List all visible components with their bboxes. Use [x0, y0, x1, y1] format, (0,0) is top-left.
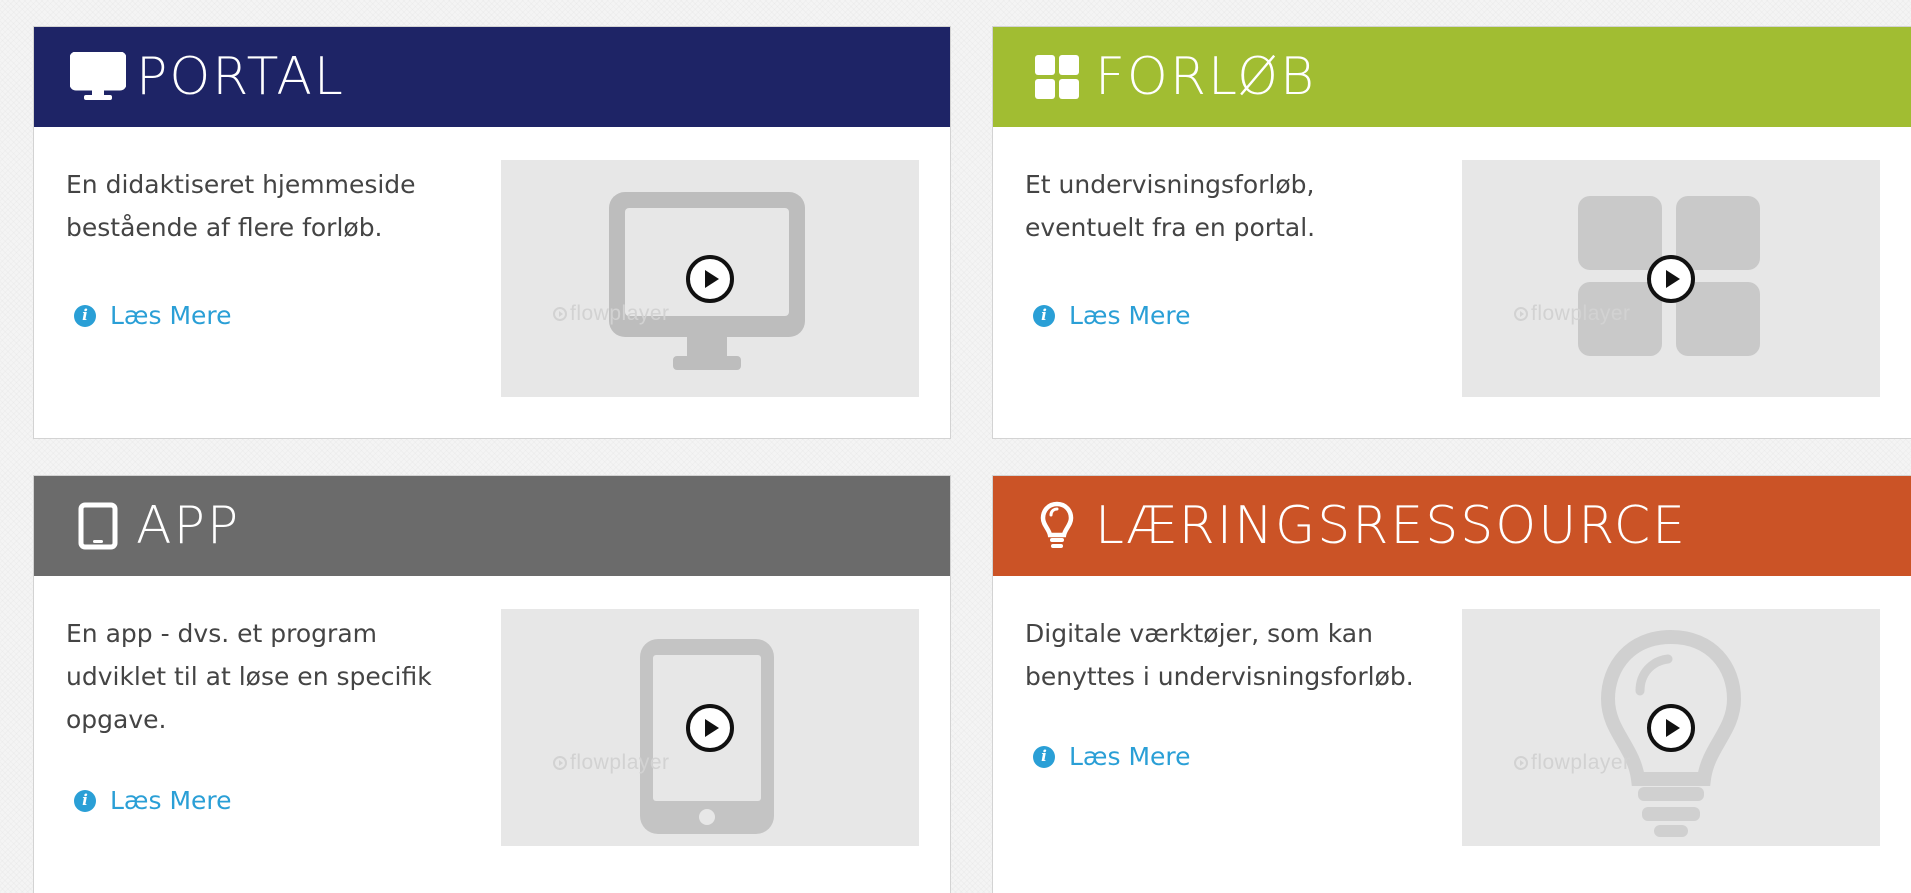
card-title-app: APP	[136, 496, 241, 556]
read-more-label: Læs Mere	[110, 786, 232, 815]
card-description-forlob: Et undervisningsforløb, eventuelt fra en…	[1025, 170, 1316, 242]
video-player-forlob[interactable]: flowplayer	[1462, 160, 1880, 397]
card-description-portal: En didaktiseret hjemmeside bestående af …	[66, 170, 416, 242]
tablet-icon	[68, 496, 128, 556]
play-button[interactable]	[686, 255, 734, 303]
flowplayer-watermark: flowplayer	[553, 751, 670, 775]
card-description-app: En app - dvs. et program udviklet til at…	[66, 619, 432, 734]
lightbulb-icon	[1027, 496, 1087, 556]
read-more-label: Læs Mere	[1069, 742, 1191, 771]
card-header-laeringsressource: LÆRINGSRESSOURCE	[993, 476, 1911, 576]
card-header-app: APP	[34, 476, 950, 576]
flowplayer-watermark: flowplayer	[1514, 302, 1631, 326]
play-icon	[1666, 719, 1680, 737]
grid-icon	[1027, 47, 1087, 107]
read-more-link-app[interactable]: i Læs Mere	[74, 786, 232, 815]
read-more-link-laeringsressource[interactable]: i Læs Mere	[1033, 742, 1191, 771]
card-title-laeringsressource: LÆRINGSRESSOURCE	[1095, 496, 1687, 556]
video-player-laeringsressource[interactable]: flowplayer	[1462, 609, 1880, 846]
play-icon	[1666, 270, 1680, 288]
info-icon: i	[1033, 745, 1055, 768]
flowplayer-watermark: flowplayer	[553, 302, 670, 326]
info-icon: i	[74, 304, 96, 327]
read-more-label: Læs Mere	[110, 301, 232, 330]
play-button[interactable]	[1647, 255, 1695, 303]
flowplayer-logo-icon	[553, 307, 567, 321]
flowplayer-logo-icon	[1514, 307, 1528, 321]
flowplayer-watermark: flowplayer	[1514, 751, 1631, 775]
play-icon	[705, 270, 719, 288]
flowplayer-logo-icon	[553, 756, 567, 770]
info-icon: i	[74, 789, 96, 812]
play-icon	[705, 719, 719, 737]
video-player-app[interactable]: flowplayer	[501, 609, 919, 846]
card-description-laeringsressource: Digitale værktøjer, som kan benyttes i u…	[1025, 619, 1414, 691]
read-more-label: Læs Mere	[1069, 301, 1191, 330]
card-app: APP En app - dvs. et program udviklet ti…	[33, 475, 951, 893]
read-more-link-forlob[interactable]: i Læs Mere	[1033, 301, 1191, 330]
flowplayer-logo-icon	[1514, 756, 1528, 770]
monitor-icon	[68, 47, 128, 107]
info-icon: i	[1033, 304, 1055, 327]
card-forlob: FORLØB Et undervisningsforløb, eventuelt…	[992, 26, 1911, 439]
read-more-link-portal[interactable]: i Læs Mere	[74, 301, 232, 330]
card-laeringsressource: LÆRINGSRESSOURCE Digitale værktøjer, som…	[992, 475, 1911, 893]
play-button[interactable]	[1647, 704, 1695, 752]
video-player-portal[interactable]: flowplayer	[501, 160, 919, 397]
card-title-portal: PORTAL	[136, 47, 345, 107]
card-header-forlob: FORLØB	[993, 27, 1911, 127]
card-header-portal: PORTAL	[34, 27, 950, 127]
card-title-forlob: FORLØB	[1095, 47, 1317, 107]
play-button[interactable]	[686, 704, 734, 752]
card-portal: PORTAL En didaktiseret hjemmeside beståe…	[33, 26, 951, 439]
